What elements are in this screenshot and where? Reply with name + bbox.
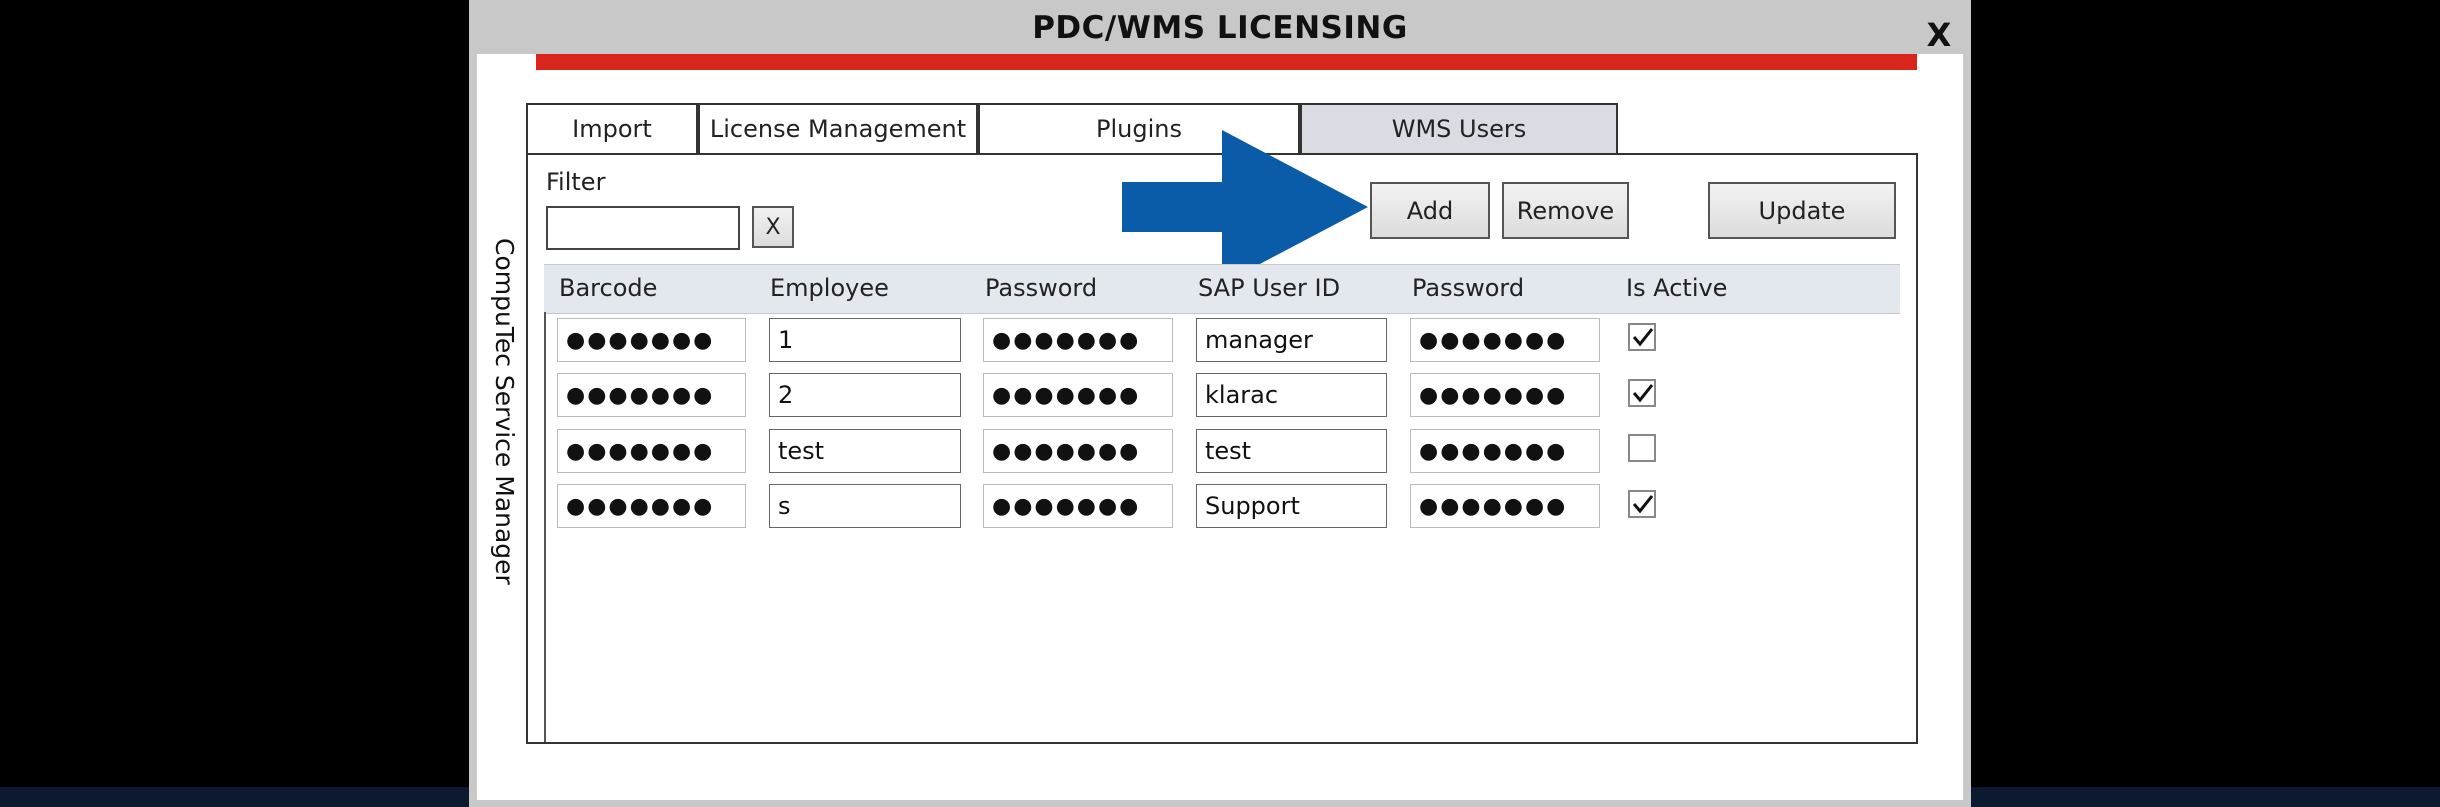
add-button[interactable]: Add xyxy=(1370,182,1490,239)
close-icon[interactable]: X xyxy=(1921,16,1957,54)
is-active-checkbox[interactable] xyxy=(1628,434,1656,462)
password-cell[interactable]: ●●●●●●● xyxy=(983,429,1173,473)
is-active-checkbox[interactable] xyxy=(1628,323,1656,351)
checkmark-icon xyxy=(1632,495,1654,514)
password-cell[interactable]: ●●●●●●● xyxy=(983,373,1173,417)
barcode-cell[interactable]: ●●●●●●● xyxy=(557,429,746,473)
side-label: CompuTec Service Manager xyxy=(490,238,519,585)
grid-left-border xyxy=(544,312,546,742)
column-header-sap-user-id: SAP User ID xyxy=(1198,274,1341,302)
checkmark-icon xyxy=(1632,384,1654,403)
employee-cell[interactable]: test xyxy=(769,429,961,473)
update-button[interactable]: Update xyxy=(1708,182,1896,239)
filter-label: Filter xyxy=(546,168,606,196)
sap-password-cell[interactable]: ●●●●●●● xyxy=(1410,429,1600,473)
window-title: PDC/WMS LICENSING xyxy=(1032,10,1408,46)
barcode-cell[interactable]: ●●●●●●● xyxy=(557,373,746,417)
employee-cell[interactable]: 2 xyxy=(769,373,961,417)
barcode-cell[interactable]: ●●●●●●● xyxy=(557,484,746,528)
is-active-checkbox[interactable] xyxy=(1628,379,1656,407)
clear-filter-button[interactable]: X xyxy=(752,206,794,248)
sap-user-id-cell[interactable]: manager xyxy=(1196,318,1387,362)
remove-button[interactable]: Remove xyxy=(1502,182,1629,239)
checkmark-icon xyxy=(1632,328,1654,347)
sap-user-id-cell[interactable]: test xyxy=(1196,429,1387,473)
tab-license-management[interactable]: License Management xyxy=(698,103,978,153)
column-header-sap-password: Password xyxy=(1412,274,1525,302)
employee-cell[interactable]: 1 xyxy=(769,318,961,362)
filter-input[interactable] xyxy=(546,206,740,250)
sap-password-cell[interactable]: ●●●●●●● xyxy=(1410,373,1600,417)
column-header-employee: Employee xyxy=(770,274,889,302)
sap-user-id-cell[interactable]: Support xyxy=(1196,484,1387,528)
is-active-checkbox[interactable] xyxy=(1628,490,1656,518)
column-header-barcode: Barcode xyxy=(559,274,658,302)
arrow-icon xyxy=(1122,130,1368,284)
column-header-password: Password xyxy=(985,274,1098,302)
accent-bar xyxy=(536,54,1917,70)
password-cell[interactable]: ●●●●●●● xyxy=(983,318,1173,362)
sap-password-cell[interactable]: ●●●●●●● xyxy=(1410,484,1600,528)
employee-cell[interactable]: s xyxy=(769,484,961,528)
column-header-is-active: Is Active xyxy=(1626,274,1728,302)
sap-password-cell[interactable]: ●●●●●●● xyxy=(1410,318,1600,362)
password-cell[interactable]: ●●●●●●● xyxy=(983,484,1173,528)
tab-import[interactable]: Import xyxy=(526,103,698,153)
barcode-cell[interactable]: ●●●●●●● xyxy=(557,318,746,362)
sap-user-id-cell[interactable]: klarac xyxy=(1196,373,1387,417)
